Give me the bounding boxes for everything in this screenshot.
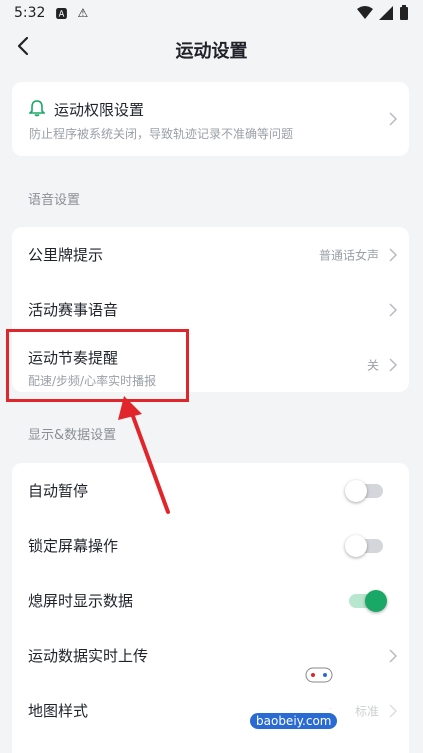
toggle-knob <box>345 534 367 557</box>
permission-title: 运动权限设置 <box>54 101 145 119</box>
row-auto-pause: 自动暂停 <box>12 463 409 518</box>
row-value: 关 <box>366 358 379 372</box>
row-lock-screen: 锁定屏幕操作 <box>12 518 409 573</box>
toggle-knob <box>365 589 387 612</box>
battery-icon <box>400 5 408 20</box>
chevron-right-icon <box>389 302 398 317</box>
screen-off-data-toggle[interactable] <box>349 589 387 612</box>
gamepad-icon <box>305 667 333 683</box>
watermark: 宝贝游戏网 baobeiy.com <box>236 663 406 753</box>
watermark-url: baobeiy.com <box>250 713 338 729</box>
status-time: 5:32 <box>14 5 46 21</box>
row-label: 活动赛事语音 <box>28 301 119 319</box>
row-label: 熄屏时显示数据 <box>28 592 134 610</box>
watermark-title: 宝贝游戏网 <box>245 689 357 715</box>
voice-section-label: 语音设置 <box>28 193 81 208</box>
chevron-right-icon <box>389 357 398 372</box>
signal-icon <box>379 6 393 20</box>
display-section-label: 显示&数据设置 <box>28 428 117 443</box>
title-bar: 运动设置 <box>0 26 423 70</box>
highlight-box <box>6 329 189 402</box>
wifi-icon <box>357 6 373 19</box>
row-label: 运动数据实时上传 <box>28 647 149 665</box>
row-screen-off-data: 熄屏时显示数据 <box>12 573 409 628</box>
auto-pause-toggle[interactable] <box>345 479 383 502</box>
row-label: 地图样式 <box>28 702 89 720</box>
row-label: 锁定屏幕操作 <box>28 537 119 555</box>
notification-a-icon: 🅰 <box>55 6 68 21</box>
row-label: 自动暂停 <box>28 482 89 500</box>
chevron-right-icon <box>389 648 398 663</box>
lock-screen-toggle[interactable] <box>345 534 383 557</box>
page-title: 运动设置 <box>175 41 248 62</box>
row-value: 普通话女声 <box>318 248 379 262</box>
row-label: 公里牌提示 <box>28 246 104 264</box>
chevron-right-icon <box>389 247 398 262</box>
permission-card[interactable]: 运动权限设置 防止程序被系统关闭，导致轨迹记录不准确等问题 <box>12 82 409 156</box>
toggle-knob <box>345 479 367 502</box>
status-bar: 5:32 🅰 ⚠ <box>0 0 423 26</box>
row-km-announce[interactable]: 公里牌提示 普通话女声 <box>12 227 409 282</box>
warning-icon: ⚠ <box>77 6 89 20</box>
chevron-right-icon <box>389 112 398 126</box>
bell-icon <box>29 100 45 117</box>
permission-desc: 防止程序被系统关闭，导致轨迹记录不准确等问题 <box>29 127 294 141</box>
